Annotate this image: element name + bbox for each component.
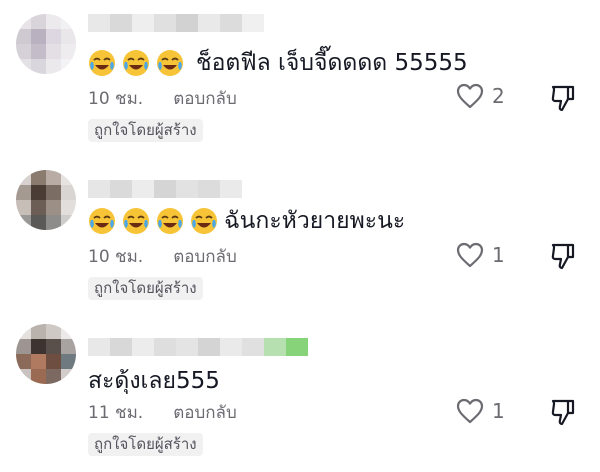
comment-text-body: สะดุ้งเลย555: [88, 368, 220, 394]
username-blurred[interactable]: [88, 180, 242, 198]
heart-outline-icon: [456, 83, 484, 109]
comment-time: 10 ชม.: [88, 89, 144, 109]
avatar[interactable]: [16, 324, 76, 384]
comment-item: สะดุ้งเลย555 11 ชม. ตอบกลับ 1 ถูกใจโดยผู…: [0, 310, 600, 472]
face-with-tears-of-joy-icon: [156, 207, 184, 235]
like-count: 1: [492, 243, 505, 267]
comment-item: ฉันกะหัวยายพะนะ 10 ชม. ตอบกลับ 1 ถูกใจโด…: [0, 150, 600, 300]
liked-by-creator-badge: ถูกใจโดยผู้สร้าง: [88, 277, 203, 300]
comment-text-body: ช็อตฟีล เจ็บจี๊ดดดด 55555: [196, 50, 468, 76]
comment-time: 10 ชม.: [88, 247, 144, 267]
comment-meta: 10 ชม. ตอบกลับ: [88, 246, 237, 268]
face-with-tears-of-joy-icon: [88, 49, 116, 77]
face-with-tears-of-joy-icon: [156, 49, 184, 77]
heart-outline-icon: [456, 398, 484, 424]
dislike-button[interactable]: [550, 84, 576, 116]
reply-button[interactable]: ตอบกลับ: [173, 246, 237, 268]
comment-time: 11 ชม.: [88, 403, 144, 423]
avatar[interactable]: [16, 14, 76, 74]
face-with-tears-of-joy-icon: [122, 207, 150, 235]
face-with-tears-of-joy-icon: [190, 207, 218, 235]
thumbs-down-icon: [551, 399, 575, 426]
thumbs-down-icon: [551, 243, 575, 270]
avatar[interactable]: [16, 170, 76, 230]
like-button[interactable]: 2: [456, 83, 505, 109]
face-with-tears-of-joy-icon: [88, 207, 116, 235]
face-with-tears-of-joy-icon: [122, 49, 150, 77]
liked-by-creator-badge: ถูกใจโดยผู้สร้าง: [88, 433, 203, 456]
dislike-button[interactable]: [550, 242, 576, 274]
heart-outline-icon: [456, 242, 484, 268]
reply-button[interactable]: ตอบกลับ: [173, 88, 237, 110]
like-count: 2: [492, 84, 505, 108]
like-button[interactable]: 1: [456, 242, 505, 268]
username-blurred[interactable]: [88, 14, 264, 32]
comment-text: ฉันกะหัวยายพะนะ: [88, 206, 405, 236]
comment-item: ช็อตฟีล เจ็บจี๊ดดดด 55555 10 ชม. ตอบกลับ…: [0, 0, 600, 150]
like-count: 1: [492, 399, 505, 423]
comment-text-body: ฉันกะหัวยายพะนะ: [224, 208, 406, 234]
liked-by-creator-badge: ถูกใจโดยผู้สร้าง: [88, 119, 203, 142]
comment-text: ช็อตฟีล เจ็บจี๊ดดดด 55555: [88, 48, 468, 78]
comment-meta: 11 ชม. ตอบกลับ: [88, 402, 237, 424]
thumbs-down-icon: [551, 85, 575, 112]
like-button[interactable]: 1: [456, 398, 505, 424]
reply-button[interactable]: ตอบกลับ: [173, 402, 237, 424]
dislike-button[interactable]: [550, 398, 576, 430]
comment-text: สะดุ้งเลย555: [88, 366, 220, 396]
comment-meta: 10 ชม. ตอบกลับ: [88, 88, 237, 110]
username-blurred[interactable]: [88, 338, 308, 356]
